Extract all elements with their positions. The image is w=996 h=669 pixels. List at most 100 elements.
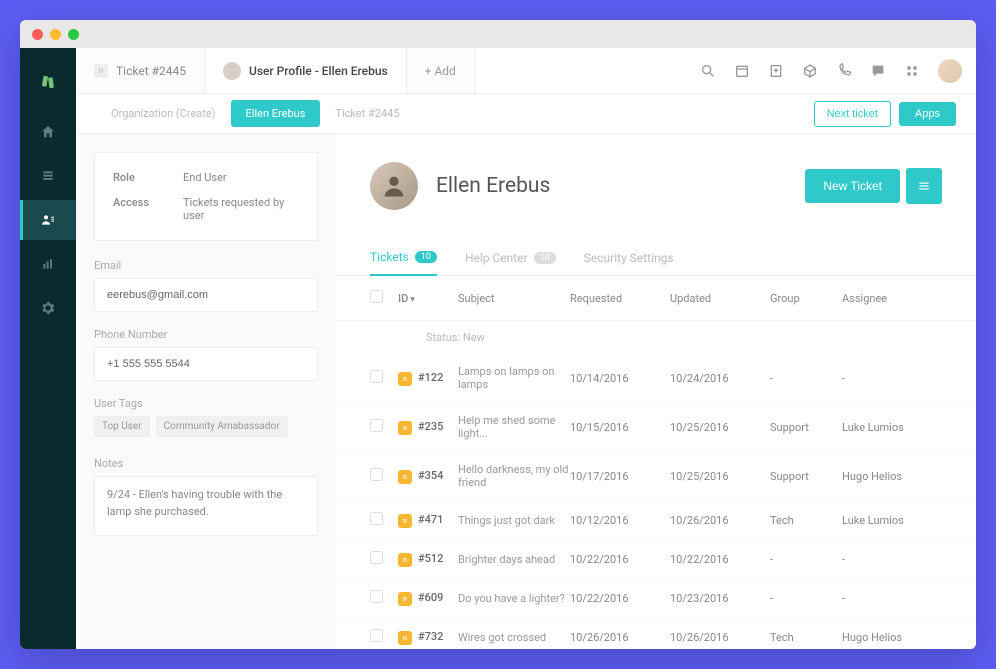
navtab-user[interactable]: Ellen Erebus (231, 100, 321, 127)
table-row[interactable]: n#732Wires got crossed10/26/201610/26/20… (336, 618, 976, 649)
ticket-group: - (770, 592, 842, 605)
maximize-window-dot[interactable] (68, 29, 79, 40)
nav-views[interactable] (20, 156, 76, 196)
col-assignee[interactable]: Assignee (842, 292, 942, 305)
status-badge-icon: n (398, 470, 412, 484)
table-row[interactable]: n#609Do you have a lighter?10/22/201610/… (336, 579, 976, 618)
ticket-group: Tech (770, 514, 842, 527)
col-id[interactable]: ID▾ (398, 292, 458, 305)
calendar-icon[interactable] (734, 63, 750, 79)
user-avatar[interactable] (938, 59, 962, 83)
navtab-organization[interactable]: Organization (Create) (96, 100, 231, 127)
ticket-group: - (770, 372, 842, 385)
ticket-subject: Help me shed some light... (458, 414, 570, 440)
col-requested[interactable]: Requested (570, 292, 670, 305)
tab-avatar-icon (223, 62, 241, 80)
table-header: ID▾ Subject Requested Updated Group Assi… (336, 276, 976, 321)
ticket-requested: 10/22/2016 (570, 553, 670, 566)
ticket-id: #235 (418, 420, 443, 433)
ticket-group: Support (770, 421, 842, 434)
row-checkbox[interactable] (370, 590, 383, 603)
ticket-requested: 10/22/2016 (570, 592, 670, 605)
search-icon[interactable] (700, 63, 716, 79)
tab-add-label: + Add (425, 64, 456, 78)
tag-item[interactable]: Top User (94, 416, 150, 437)
tab-add[interactable]: + Add (407, 48, 475, 93)
row-checkbox[interactable] (370, 419, 383, 432)
ticket-updated: 10/24/2016 (670, 372, 770, 385)
navtab-ticket[interactable]: Ticket #2445 (320, 100, 414, 127)
row-checkbox[interactable] (370, 551, 383, 564)
nav-settings[interactable] (20, 288, 76, 328)
top-tab-bar: n Ticket #2445 User Profile - Ellen Ereb… (76, 48, 976, 94)
tag-item[interactable]: Community Amabassador (156, 416, 288, 437)
apps-button[interactable]: Apps (899, 102, 956, 126)
apps-grid-icon[interactable] (904, 63, 920, 79)
window-chrome (20, 20, 976, 48)
row-checkbox[interactable] (370, 370, 383, 383)
select-all-checkbox[interactable] (370, 290, 383, 303)
new-ticket-button[interactable]: New Ticket (805, 169, 900, 203)
nav-home[interactable] (20, 112, 76, 152)
main-nav (20, 48, 76, 649)
ticket-assignee: - (842, 592, 942, 605)
ticket-assignee: Luke Lumios (842, 514, 942, 527)
breadcrumb-tabs: Organization (Create) Ellen Erebus Ticke… (76, 94, 976, 134)
profile-avatar (370, 162, 418, 210)
ticket-id: #354 (418, 469, 443, 482)
close-window-dot[interactable] (32, 29, 43, 40)
ticket-group: - (770, 553, 842, 566)
notes-textarea[interactable]: 9/24 - Ellen's having trouble with the l… (94, 476, 318, 536)
profile-header: Ellen Erebus New Ticket (336, 134, 976, 230)
nav-customers[interactable] (20, 200, 76, 240)
col-updated[interactable]: Updated (670, 292, 770, 305)
table-row[interactable]: n#235Help me shed some light...10/15/201… (336, 403, 976, 452)
minimize-window-dot[interactable] (50, 29, 61, 40)
tab-tickets[interactable]: Tickets 10 (370, 240, 437, 276)
ticket-updated: 10/22/2016 (670, 553, 770, 566)
next-ticket-button[interactable]: Next ticket (814, 101, 891, 127)
nav-reports[interactable] (20, 244, 76, 284)
box-icon[interactable] (802, 63, 818, 79)
chat-icon[interactable] (870, 63, 886, 79)
status-group-label: Status: New (336, 321, 976, 354)
ticket-updated: 10/26/2016 (670, 514, 770, 527)
ticket-menu-button[interactable] (906, 168, 942, 204)
logo-icon[interactable] (20, 62, 76, 102)
ticket-subject: Brighter days ahead (458, 553, 570, 566)
phone-input[interactable] (94, 347, 318, 381)
note-icon[interactable] (768, 63, 784, 79)
col-subject[interactable]: Subject (458, 292, 570, 305)
ticket-subject: Hello darkness, my old friend (458, 463, 570, 489)
tab-help-center[interactable]: Help Center 10 (465, 240, 556, 275)
table-row[interactable]: n#354Hello darkness, my old friend10/17/… (336, 452, 976, 501)
table-row[interactable]: n#512Brighter days ahead10/22/201610/22/… (336, 540, 976, 579)
phone-label: Phone Number (94, 328, 318, 341)
sort-icon: ▾ (410, 295, 415, 305)
ticket-id: #122 (418, 371, 443, 384)
tab-security-label: Security Settings (584, 251, 674, 265)
ticket-subject: Things just got dark (458, 514, 570, 527)
col-group[interactable]: Group (770, 292, 842, 305)
table-row[interactable]: n#122Lamps on lamps on lamps10/14/201610… (336, 354, 976, 403)
table-row[interactable]: n#471Things just got dark10/12/201610/26… (336, 501, 976, 540)
status-badge-icon: n (398, 421, 412, 435)
row-checkbox[interactable] (370, 629, 383, 642)
phone-icon[interactable] (836, 63, 852, 79)
ticket-subject: Wires got crossed (458, 631, 570, 644)
tab-security[interactable]: Security Settings (584, 240, 674, 275)
tab-help-label: Help Center (465, 251, 528, 265)
ticket-updated: 10/25/2016 (670, 470, 770, 483)
status-badge-icon: n (398, 514, 412, 528)
tab-ticket[interactable]: n Ticket #2445 (76, 48, 205, 93)
status-badge-icon: n (398, 553, 412, 567)
tags-label: User Tags (94, 397, 318, 410)
tickets-count-badge: 10 (415, 251, 437, 263)
tab-profile[interactable]: User Profile - Ellen Erebus (205, 48, 407, 93)
email-input[interactable] (94, 278, 318, 312)
ticket-id: #609 (418, 591, 443, 604)
row-checkbox[interactable] (370, 468, 383, 481)
row-checkbox[interactable] (370, 512, 383, 525)
role-access-card: Role End User Access Tickets requested b… (94, 152, 318, 241)
status-badge-icon: n (398, 631, 412, 645)
